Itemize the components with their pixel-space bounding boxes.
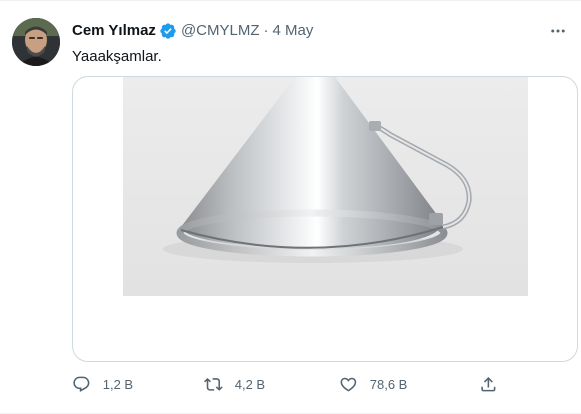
- reply-icon: [73, 376, 90, 392]
- retweet-count: 4,2 B: [234, 376, 266, 392]
- more-options-icon[interactable]: [543, 16, 573, 46]
- retweet-button[interactable]: 4,2 B: [204, 372, 265, 396]
- tweet-media[interactable]: [72, 76, 578, 362]
- share-icon: [481, 376, 496, 392]
- header-separator: ·: [263, 22, 269, 39]
- timestamp[interactable]: 4 May: [273, 21, 314, 41]
- tweet-header: Cem Yılmaz @CMYLMZ · 4 May: [72, 21, 313, 41]
- tweet-text: Yaaakşamlar.: [72, 48, 162, 65]
- retweet-icon: [204, 377, 223, 391]
- user-handle[interactable]: @CMYLMZ: [181, 21, 260, 41]
- media-photo: [123, 77, 528, 296]
- display-name[interactable]: Cem Yılmaz: [72, 21, 156, 41]
- avatar-image: [12, 18, 60, 66]
- heart-icon: [340, 377, 357, 392]
- verified-badge-icon: [159, 22, 177, 40]
- share-button[interactable]: [479, 372, 498, 396]
- tweet[interactable]: Cem Yılmaz @CMYLMZ · 4 May Yaaakşamlar.: [0, 0, 581, 414]
- reply-button[interactable]: 1,2 B: [72, 372, 133, 396]
- tweet-actions: 1,2 B 4,2 B 78,6 B: [72, 372, 502, 396]
- avatar[interactable]: [12, 18, 60, 66]
- like-button[interactable]: 78,6 B: [339, 372, 407, 396]
- reply-count: 1,2 B: [102, 376, 134, 392]
- like-count: 78,6 B: [369, 376, 408, 392]
